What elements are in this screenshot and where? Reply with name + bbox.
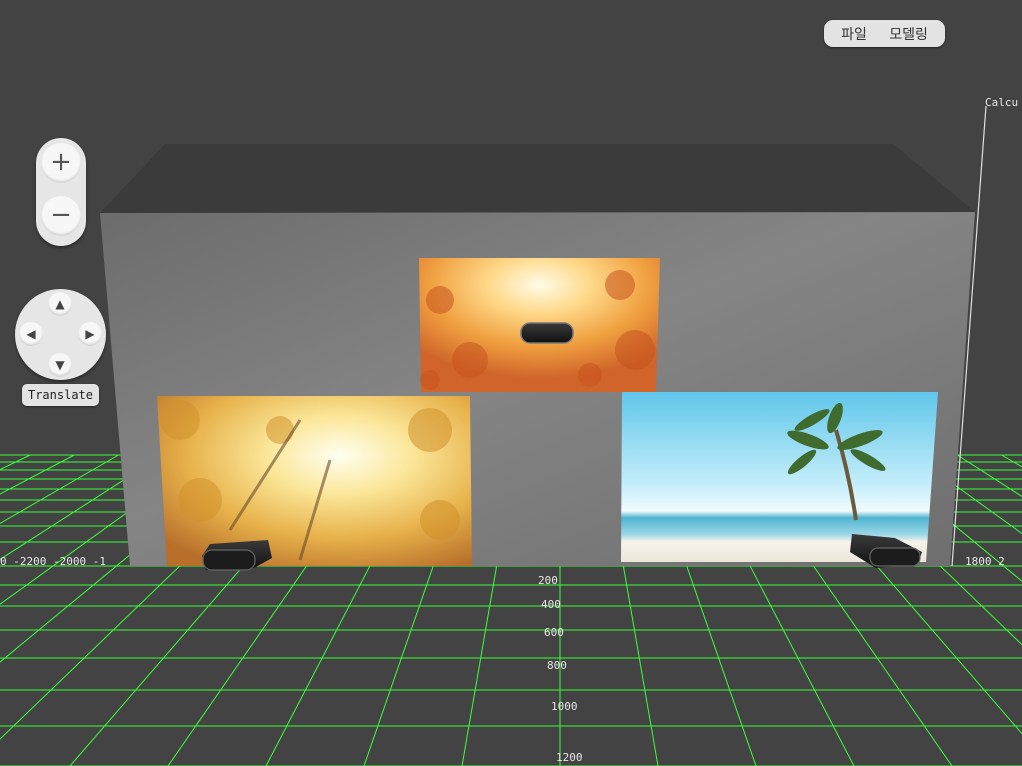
z-axis-label-800: 800 xyxy=(547,659,567,672)
direction-pad: ▲ ▼ ◀ ▶ xyxy=(15,289,106,380)
pan-up-button[interactable]: ▲ xyxy=(48,292,72,316)
grid-line xyxy=(0,454,119,525)
grid-line xyxy=(957,454,1022,498)
x-axis-labels-right: 1800 2 xyxy=(965,555,1005,568)
x-axis-labels-left: 0 -2200 -2000 -1 xyxy=(0,555,106,568)
z-axis-label-400: 400 xyxy=(541,598,561,611)
pan-left-button[interactable]: ◀ xyxy=(19,322,43,346)
z-axis-label-600: 600 xyxy=(544,626,564,639)
zoom-control: + − xyxy=(36,138,86,246)
building-roof xyxy=(100,144,975,213)
z-axis-label-200: 200 xyxy=(538,574,558,587)
z-axis-label-1200: 1200 xyxy=(556,751,583,764)
menu-file[interactable]: 파일 xyxy=(841,24,867,44)
autumn-trees-screen xyxy=(157,396,472,566)
top-menu: 파일 모델링 xyxy=(824,20,945,47)
translate-button[interactable]: Translate xyxy=(22,384,99,406)
projector-top xyxy=(520,322,574,344)
calc-label[interactable]: Calcu xyxy=(985,96,1018,109)
zoom-in-button[interactable]: + xyxy=(41,143,81,183)
zoom-out-button[interactable]: − xyxy=(41,196,81,236)
beach-screen xyxy=(621,392,938,562)
grid-line xyxy=(1001,454,1022,468)
3d-viewport[interactable] xyxy=(0,0,1022,766)
pan-right-button[interactable]: ▶ xyxy=(78,322,102,346)
pan-down-button[interactable]: ▼ xyxy=(48,353,72,377)
z-axis-label-1000: 1000 xyxy=(551,700,578,713)
grid-line xyxy=(0,454,31,471)
menu-modeling[interactable]: 모델링 xyxy=(889,24,928,44)
